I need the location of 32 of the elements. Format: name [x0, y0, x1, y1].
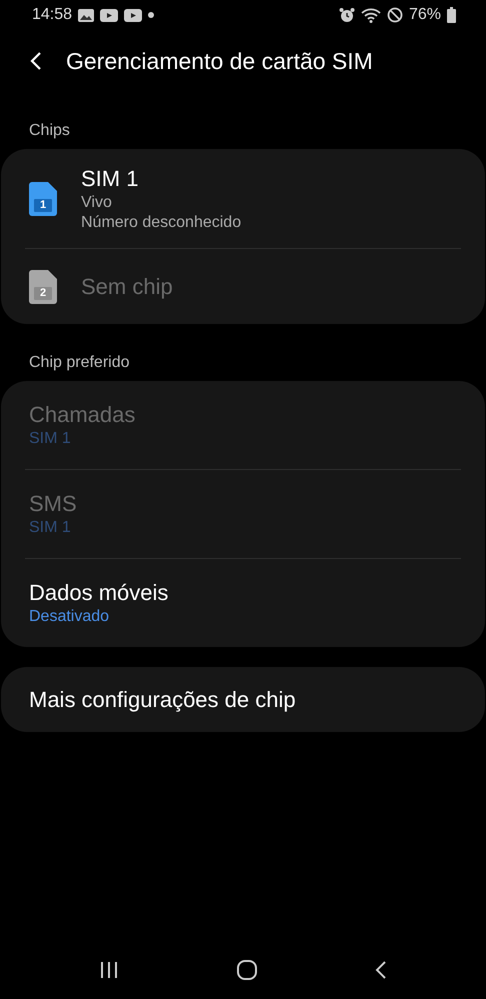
sim-card-icon: 2: [29, 270, 57, 304]
preference-value: Desativado: [29, 608, 110, 626]
back-icon: [30, 51, 42, 71]
gallery-icon: [78, 8, 94, 22]
sim-list-item[interactable]: 1 SIM 1 Vivo Número desconhecido: [25, 149, 461, 248]
preference-list-item[interactable]: Dados móveis Desativado: [25, 558, 461, 647]
preference-label: Chamadas: [29, 402, 136, 428]
back-icon: [375, 960, 388, 980]
preference-label: SMS: [29, 491, 77, 517]
sim-detail: Vivo: [81, 194, 113, 212]
sim-card-icon: 1: [29, 182, 57, 216]
preference-value: SIM 1: [29, 430, 72, 448]
home-icon: [236, 959, 258, 981]
sim-name: Sem chip: [81, 274, 173, 300]
video-play-icon: [100, 8, 118, 22]
more-settings-link[interactable]: Mais configurações de chip: [29, 686, 296, 712]
alarm-icon: [338, 7, 355, 23]
section-title: Chip preferido: [28, 353, 130, 373]
recent-apps-icon: [98, 961, 119, 979]
battery-icon: [447, 7, 456, 23]
preference-value: SIM 1: [29, 519, 72, 537]
screen-title: Gerenciamento de cartão SIM: [66, 48, 373, 74]
wifi-icon: [360, 7, 381, 23]
battery-percentage: 76%: [408, 6, 441, 24]
section-title: Chips: [28, 121, 71, 141]
sim-detail: Número desconhecido: [81, 214, 242, 232]
blocked-icon: [386, 7, 403, 23]
video-play-icon: [124, 8, 142, 22]
dot-icon: [148, 12, 154, 18]
sim-name: SIM 1: [81, 166, 140, 192]
clock: 14:58: [32, 6, 72, 24]
preference-label: Dados móveis: [29, 580, 168, 606]
